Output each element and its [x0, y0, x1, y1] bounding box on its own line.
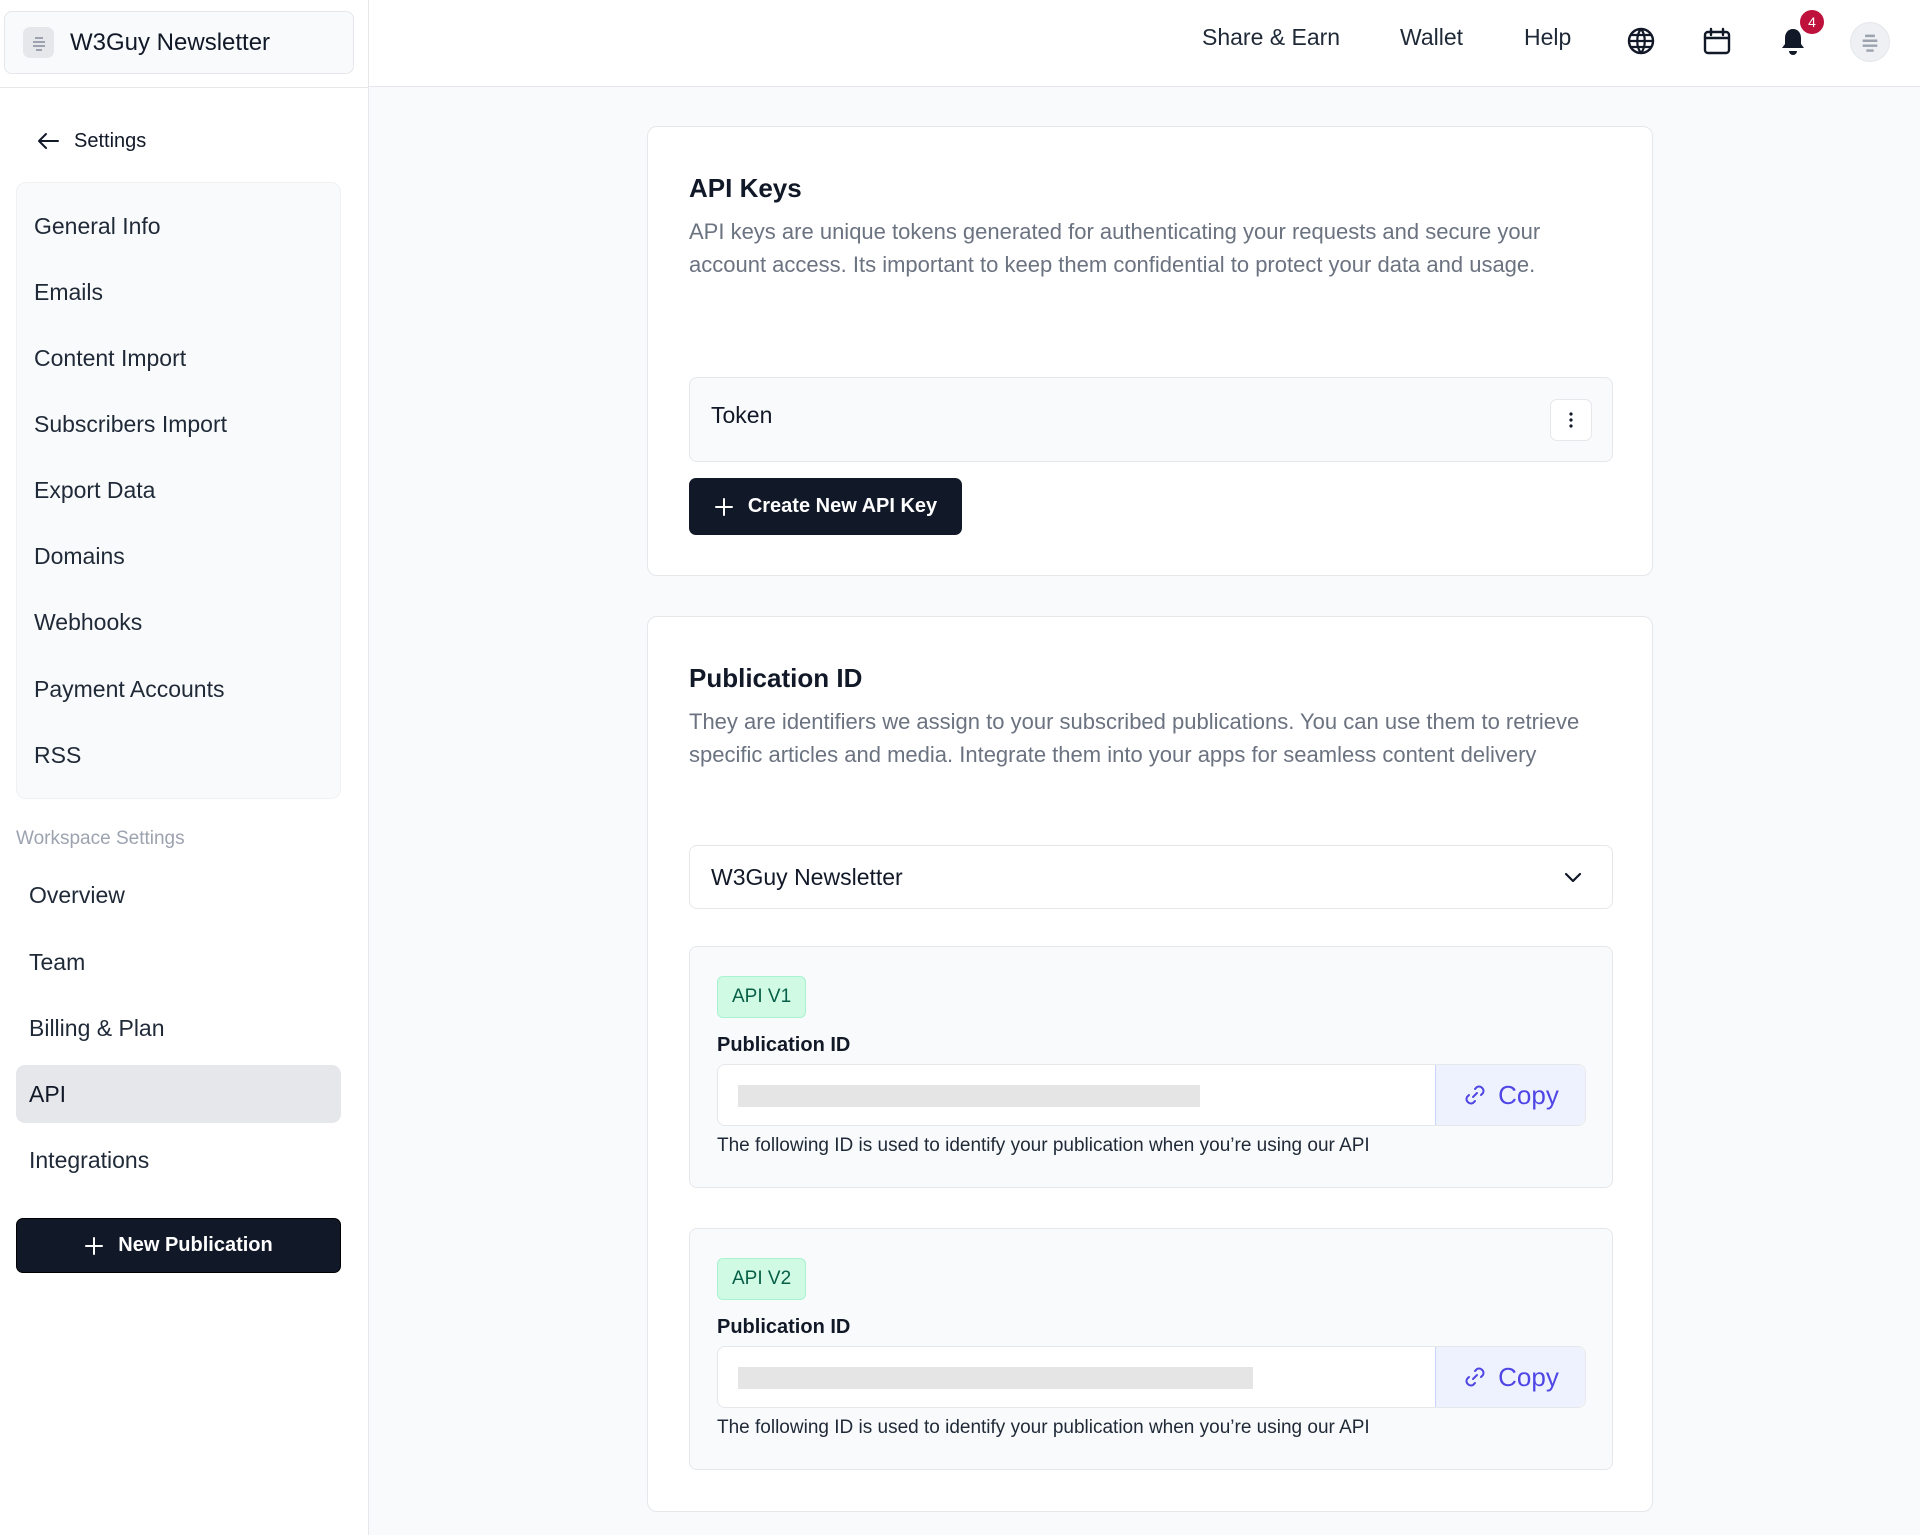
arrow-left-icon [38, 133, 59, 149]
divider [0, 87, 369, 88]
copy-label: Copy [1498, 1361, 1559, 1392]
sidebar-item-domains[interactable]: Domains [34, 536, 125, 576]
create-api-key-button[interactable]: Create New API Key [689, 478, 962, 535]
user-avatar[interactable] [1850, 22, 1890, 62]
sidebar-item-subscribers-import[interactable]: Subscribers Import [34, 404, 227, 444]
publication-id-label: Publication ID [717, 1034, 851, 1056]
new-publication-label: New Publication [118, 1234, 273, 1256]
token-menu-button[interactable] [1550, 399, 1592, 441]
redacted-id [738, 1367, 1253, 1389]
back-label: Settings [74, 129, 147, 152]
publication-name: W3Guy Newsletter [70, 28, 271, 56]
publication-id-field[interactable]: Copy [717, 1346, 1586, 1408]
plus-icon [85, 1236, 104, 1255]
sidebar-item-billing-plan[interactable]: Billing & Plan [16, 999, 341, 1057]
api-keys-title: API Keys [689, 173, 802, 203]
publication-logo-icon [23, 27, 54, 58]
sidebar-item-api[interactable]: API [16, 1065, 341, 1123]
sidebar-item-overview[interactable]: Overview [16, 866, 341, 924]
token-label: Token [711, 402, 773, 428]
sidebar-item-export-data[interactable]: Export Data [34, 470, 155, 510]
workspace-settings-heading: Workspace Settings [16, 828, 185, 849]
publication-id-title: Publication ID [689, 663, 863, 693]
back-to-settings-link[interactable]: Settings [36, 126, 146, 156]
api-v1-box: API V1 Publication ID Copy The following… [689, 946, 1613, 1188]
publication-id-description: They are identifiers we assign to your s… [689, 709, 1580, 767]
new-publication-button[interactable]: New Publication [16, 1218, 341, 1273]
sidebar-item-payment-accounts[interactable]: Payment Accounts [34, 669, 225, 709]
sidebar-item-integrations[interactable]: Integrations [16, 1131, 341, 1189]
chevron-down-icon [1564, 872, 1582, 883]
nav-help[interactable]: Help [1524, 24, 1571, 51]
globe-icon[interactable] [1625, 25, 1657, 57]
api-keys-card: API Keys API keys are unique tokens gene… [647, 126, 1653, 576]
avatar-logo-icon [1862, 34, 1878, 52]
redacted-id [738, 1085, 1200, 1107]
api-v2-box: API V2 Publication ID Copy The following… [689, 1228, 1613, 1470]
sidebar: W3Guy Newsletter Settings General Info E… [0, 0, 369, 1535]
copy-label: Copy [1498, 1079, 1559, 1110]
sidebar-item-webhooks[interactable]: Webhooks [34, 602, 142, 642]
nav-wallet[interactable]: Wallet [1400, 24, 1463, 51]
publication-select[interactable]: W3Guy Newsletter [689, 845, 1613, 909]
api-note: The following ID is used to identify you… [717, 1417, 1370, 1438]
top-bar [369, 0, 1920, 87]
nav-share-earn[interactable]: Share & Earn [1202, 24, 1340, 51]
token-row: Token [689, 377, 1613, 462]
sidebar-item-rss[interactable]: RSS [34, 735, 81, 775]
sidebar-item-emails[interactable]: Emails [34, 272, 103, 312]
api-version-tag: API V2 [717, 1258, 807, 1300]
sidebar-item-general-info[interactable]: General Info [34, 206, 161, 246]
publication-id-label: Publication ID [717, 1316, 851, 1338]
selected-publication: W3Guy Newsletter [711, 863, 903, 890]
calendar-icon[interactable] [1701, 25, 1733, 57]
publication-id-field[interactable]: Copy [717, 1064, 1586, 1126]
publication-switcher[interactable]: W3Guy Newsletter [4, 11, 354, 74]
copy-button[interactable]: Copy [1435, 1065, 1585, 1125]
notification-count-badge: 4 [1800, 10, 1824, 34]
sidebar-item-team[interactable]: Team [16, 933, 341, 991]
link-icon [1465, 1367, 1485, 1387]
link-icon [1465, 1085, 1485, 1105]
api-keys-description: API keys are unique tokens generated for… [689, 219, 1541, 277]
copy-button[interactable]: Copy [1435, 1347, 1585, 1407]
sidebar-item-content-import[interactable]: Content Import [34, 338, 186, 378]
api-note: The following ID is used to identify you… [717, 1135, 1370, 1156]
api-version-tag: API V1 [717, 976, 807, 1018]
publication-id-card: Publication ID They are identifiers we a… [647, 616, 1653, 1512]
plus-icon [714, 497, 733, 516]
create-api-key-label: Create New API Key [747, 495, 938, 517]
more-vertical-icon [1569, 412, 1573, 428]
